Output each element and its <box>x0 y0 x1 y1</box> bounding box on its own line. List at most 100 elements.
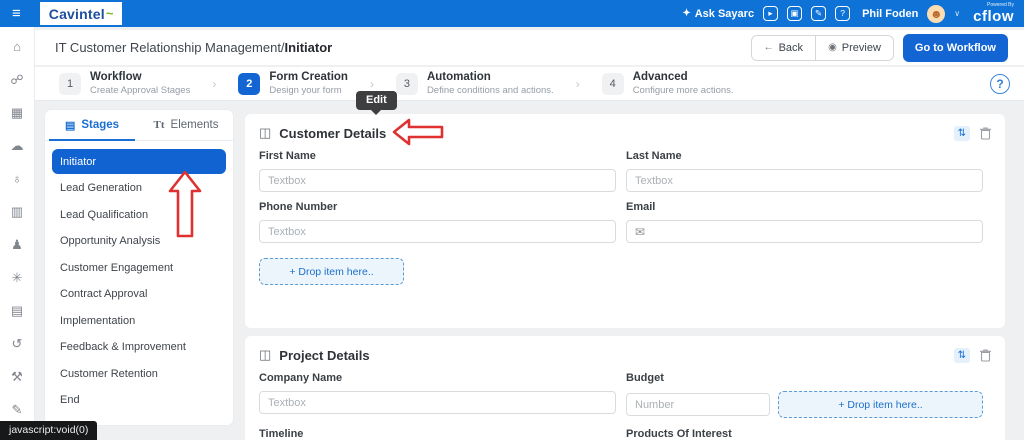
step-title: Automation <box>426 71 491 84</box>
back-button[interactable]: ← Back <box>752 36 815 60</box>
back-preview-group: ← Back ◉ Preview <box>750 34 894 61</box>
edit-section-icon[interactable]: ✎ <box>399 126 409 140</box>
brand-text: Cavintel <box>48 5 105 22</box>
breadcrumb-current: Initiator <box>284 40 333 55</box>
avatar[interactable]: ☻ <box>927 4 946 23</box>
analytics-icon[interactable]: ▥ <box>9 205 25 218</box>
tab-stages-label: Stages <box>81 119 120 131</box>
drop-item-zone[interactable]: + Drop item here.. <box>778 391 983 418</box>
field-label: Last Name <box>626 150 682 162</box>
step-subtitle: Define conditions and actions. <box>426 84 554 96</box>
step-subtitle: Design your form <box>269 84 342 96</box>
tab-elements-label: Elements <box>170 119 219 131</box>
text-elements-icon: Tt <box>153 119 165 131</box>
stage-item-feedback-improvement[interactable]: Feedback & Improvement <box>52 335 226 360</box>
chevron-right-icon: › <box>575 76 580 91</box>
database-icon[interactable]: ▤ <box>9 304 25 317</box>
stage-item-contract-approval[interactable]: Contract Approval <box>52 282 226 307</box>
home-icon[interactable]: ⌂ <box>9 40 25 53</box>
step-subtitle: Create Approval Stages <box>90 84 191 96</box>
compose-icon[interactable]: ✎ <box>9 403 25 416</box>
reorder-fields-icon[interactable]: ⇅ <box>953 347 970 363</box>
stepper: 1 Workflow Create Approval Stages › 2 Fo… <box>35 67 1024 101</box>
cflow-logo: Powered By cflow <box>973 2 1014 25</box>
field-label: Email <box>626 201 656 213</box>
topbar-actions: ✦ Ask Sayarc ▸ ▣ ✎ ? Phil Foden ☻ ∨ Powe… <box>682 2 1014 25</box>
stages-icon: ▤ <box>64 119 76 132</box>
budget-input[interactable] <box>626 393 770 416</box>
section-title: Project Details <box>279 347 370 363</box>
apps-icon[interactable]: ▣ <box>787 6 803 21</box>
header-actions: ← Back ◉ Preview Go to Workflow <box>750 33 1008 62</box>
reorder-fields-icon[interactable]: ⇅ <box>953 125 970 141</box>
stepper-help-icon[interactable]: ? <box>990 73 1010 94</box>
field-label: Phone Number <box>259 201 338 213</box>
last-name-input[interactable] <box>626 169 983 192</box>
video-icon[interactable]: ▸ <box>763 6 779 21</box>
user-settings-icon[interactable]: ♟ <box>9 238 25 251</box>
section-header: ◫ Project Details ⇅ <box>245 336 1005 368</box>
step-form-creation[interactable]: 2 Form Creation Design your form <box>238 70 348 96</box>
tab-stages[interactable]: ▤ Stages <box>45 110 139 141</box>
help-icon[interactable]: ? <box>835 6 851 21</box>
drop-item-zone[interactable]: + Drop item here.. <box>259 258 404 285</box>
ask-sayarc-label: Ask Sayarc <box>694 7 755 20</box>
cloud-upload-icon[interactable]: ☁ <box>9 139 25 152</box>
step-automation[interactable]: 3 Automation Define conditions and actio… <box>395 70 554 96</box>
chevron-right-icon: › <box>212 76 217 91</box>
step-title: Workflow <box>90 71 142 84</box>
stage-item-customer-engagement[interactable]: Customer Engagement <box>52 255 226 280</box>
step-advanced[interactable]: 4 Advanced Configure more actions. <box>601 70 734 96</box>
field-company-name: Company Name <box>259 372 616 418</box>
go-to-workflow-button[interactable]: Go to Workflow <box>902 33 1008 62</box>
sparkle-icon: ✦ <box>682 8 691 19</box>
stage-item-initiator[interactable]: Initiator <box>52 149 226 174</box>
field-label: Company Name <box>259 372 343 384</box>
step-workflow[interactable]: 1 Workflow Create Approval Stages <box>59 70 190 96</box>
history-icon[interactable]: ↺ <box>9 337 25 350</box>
step-title: Advanced <box>632 71 688 84</box>
stage-item-lead-generation[interactable]: Lead Generation <box>52 176 226 201</box>
preview-label: Preview <box>841 41 881 54</box>
stage-item-implementation[interactable]: Implementation <box>52 308 226 333</box>
tab-elements[interactable]: Tt Elements <box>139 110 233 140</box>
stage-item-opportunity-analysis[interactable]: Opportunity Analysis <box>52 229 226 254</box>
fields-grid: Company Name Budget + Drop item here.. <box>245 368 1005 418</box>
stage-item-lead-qualification[interactable]: Lead Qualification <box>52 202 226 227</box>
panel-tabs: ▤ Stages Tt Elements <box>45 110 233 141</box>
form-section-icon: ◫ <box>259 347 272 362</box>
brand-logo[interactable]: Cavintel ~ <box>39 2 123 25</box>
ask-sayarc-button[interactable]: ✦ Ask Sayarc <box>682 8 754 20</box>
next-field-labels: Timeline Products Of Interest <box>245 418 1005 440</box>
email-input[interactable]: ✉ <box>626 220 983 243</box>
stage-item-end[interactable]: End <box>52 388 226 413</box>
email-input-field[interactable] <box>651 225 974 238</box>
menu-icon[interactable]: ≡ <box>12 6 21 21</box>
chevron-right-icon: › <box>369 76 374 91</box>
breadcrumb: IT Customer Relationship Management/Init… <box>55 40 332 55</box>
first-name-input[interactable] <box>259 169 616 192</box>
step-number: 2 <box>238 72 261 95</box>
preview-button[interactable]: ◉ Preview <box>815 35 893 60</box>
delete-section-icon[interactable] <box>980 348 991 362</box>
stage-item-customer-retention[interactable]: Customer Retention <box>52 361 226 386</box>
eye-icon: ◉ <box>828 42 837 53</box>
tools-icon[interactable]: ⚒ <box>9 370 25 383</box>
delete-section-icon[interactable] <box>980 126 991 140</box>
phone-number-input[interactable] <box>259 220 616 243</box>
share-icon[interactable]: ☍ <box>9 73 25 86</box>
step-subtitle: Configure more actions. <box>632 84 734 96</box>
ai-icon[interactable]: ✳ <box>9 271 25 284</box>
back-arrow-icon: ← <box>763 42 774 53</box>
notes-icon[interactable]: ✎ <box>811 6 827 21</box>
idea-icon[interactable]: ♁ <box>9 172 25 185</box>
field-budget: Budget + Drop item here.. <box>626 372 983 418</box>
company-name-input[interactable] <box>259 391 616 414</box>
stage-list: Initiator Lead Generation Lead Qualifica… <box>45 141 233 413</box>
forms-icon[interactable]: ▦ <box>9 106 25 119</box>
field-label: Budget <box>626 372 664 384</box>
chevron-down-icon[interactable]: ∨ <box>954 9 960 18</box>
cflow-wordmark: cflow <box>973 7 1014 25</box>
field-last-name: Last Name <box>626 150 983 192</box>
leaf-icon: ~ <box>105 6 114 21</box>
